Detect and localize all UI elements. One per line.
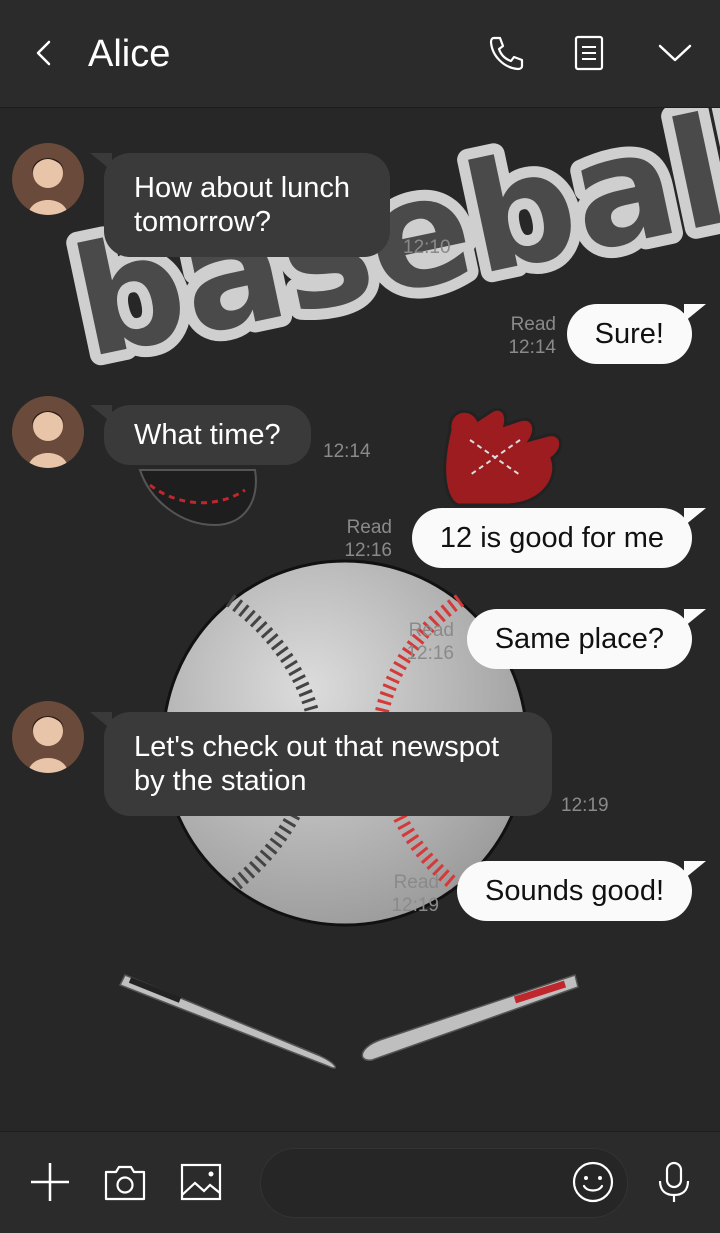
- message-bubble-outgoing[interactable]: Sounds good!: [457, 861, 706, 921]
- message-bubble-incoming[interactable]: What time?: [90, 405, 311, 465]
- smiley-icon[interactable]: [570, 1159, 616, 1205]
- note-icon[interactable]: [566, 30, 612, 76]
- message-bubble-incoming[interactable]: How about lunch tomorrow?: [90, 153, 390, 257]
- message-text: 12 is good for me: [439, 522, 664, 554]
- glove-left: [138, 469, 257, 527]
- message-meta: Read 12:14: [508, 313, 556, 359]
- message-time: 12:16: [344, 540, 392, 561]
- avatar[interactable]: [12, 396, 84, 468]
- avatar-photo: [12, 143, 84, 215]
- message-bubble-incoming[interactable]: Let's check out that newspot by the stat…: [90, 712, 552, 816]
- chat-title: Alice: [88, 33, 171, 75]
- read-receipt: Read: [408, 620, 454, 641]
- message-time: 12:14: [508, 337, 556, 358]
- message-meta: Read 12:16: [406, 619, 454, 665]
- message-bubble-outgoing[interactable]: Sure!: [566, 304, 707, 364]
- avatar-photo: [12, 701, 84, 773]
- message-meta: Read 12:16: [344, 516, 392, 562]
- message-composer: [0, 1131, 720, 1233]
- message-text: Sounds good!: [485, 875, 664, 907]
- read-receipt: Read: [393, 872, 439, 893]
- chat-header: Alice: [0, 0, 720, 108]
- message-text: Same place?: [494, 623, 664, 655]
- plus-icon[interactable]: [27, 1159, 73, 1205]
- chevron-down-icon[interactable]: [652, 30, 698, 76]
- read-receipt: Read: [346, 517, 392, 538]
- message-time: 12:19: [561, 795, 609, 816]
- microphone-icon[interactable]: [651, 1159, 697, 1205]
- avatar[interactable]: [12, 701, 84, 773]
- message-bubble-outgoing[interactable]: Same place?: [466, 609, 707, 669]
- message-meta: Read 12:19: [391, 871, 439, 917]
- avatar-photo: [12, 396, 84, 468]
- chevron-left-icon[interactable]: [22, 30, 68, 76]
- message-bubble-outgoing[interactable]: 12 is good for me: [411, 508, 707, 568]
- bat-left: [118, 974, 337, 1069]
- message-time: 12:19: [391, 895, 439, 916]
- message-time: 12:16: [406, 643, 454, 664]
- camera-icon[interactable]: [102, 1159, 148, 1205]
- image-icon[interactable]: [178, 1159, 224, 1205]
- phone-icon[interactable]: [484, 30, 530, 76]
- message-text: What time?: [134, 419, 281, 451]
- message-time: 12:14: [323, 441, 371, 462]
- message-time: 12:10: [403, 237, 451, 258]
- read-receipt: Read: [510, 314, 556, 335]
- bat-right: [361, 974, 579, 1061]
- message-text: Let's check out that newspot by the stat…: [134, 731, 500, 797]
- message-text: Sure!: [594, 318, 664, 350]
- glove-right: [443, 407, 563, 507]
- avatar[interactable]: [12, 143, 84, 215]
- message-text: How about lunch tomorrow?: [134, 172, 351, 238]
